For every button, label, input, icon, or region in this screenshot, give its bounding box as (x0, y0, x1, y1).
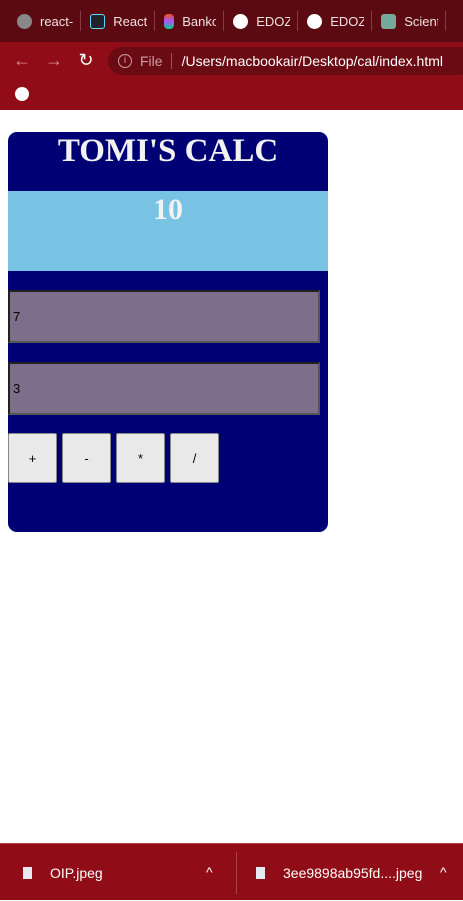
tab-5[interactable]: Scient (378, 11, 447, 31)
first-number-input[interactable]: 7 (8, 290, 320, 343)
page-title: TOMI'S CALC (57, 133, 279, 169)
forward-icon[interactable]: → (38, 50, 70, 71)
globe-icon[interactable] (15, 87, 29, 101)
image-file-icon (23, 866, 32, 879)
divide-button[interactable]: / (170, 433, 219, 483)
calculator: TOMI'S CALC 10 7 3 + - * / (8, 132, 328, 532)
globe-icon (233, 13, 249, 29)
reload-icon[interactable]: ↻ (70, 50, 102, 71)
globe-icon (307, 13, 323, 29)
divider (236, 852, 237, 894)
tab-3[interactable]: EDOZ (230, 11, 299, 31)
scheme-label: File (140, 53, 172, 69)
chevron-up-icon[interactable]: ^ (206, 864, 213, 880)
chatgpt-icon (381, 13, 397, 29)
chevron-up-icon[interactable]: ^ (440, 864, 447, 880)
bookmarks-bar (0, 78, 463, 110)
tab-0[interactable]: react- (14, 11, 82, 31)
figma-icon (164, 13, 175, 29)
tab-strip: react- React Banko EDOZ EDOZ Scient (0, 0, 463, 42)
multiply-button[interactable]: * (116, 433, 165, 483)
add-button[interactable]: + (8, 433, 57, 483)
download-item[interactable]: 3ee9898ab95fd....jpeg (256, 844, 422, 901)
react-icon (90, 13, 106, 29)
image-file-icon (256, 866, 265, 879)
downloads-bar: OIP.jpeg ^ 3ee9898ab95fd....jpeg ^ (0, 843, 463, 900)
address-bar[interactable]: i File /Users/macbookair/Desktop/cal/ind… (108, 47, 463, 75)
download-item[interactable]: OIP.jpeg (23, 844, 103, 901)
tab-4[interactable]: EDOZ (304, 11, 373, 31)
result-display: 10 (8, 191, 328, 271)
info-icon[interactable]: i (118, 54, 132, 68)
second-number-input[interactable]: 3 (8, 362, 320, 415)
back-icon[interactable]: ← (6, 50, 38, 71)
tab-2[interactable]: Banko (161, 11, 225, 31)
tab-1[interactable]: React (87, 11, 156, 31)
toolbar: ← → ↻ i File /Users/macbookair/Desktop/c… (0, 42, 463, 78)
globe-icon (17, 13, 32, 29)
subtract-button[interactable]: - (62, 433, 111, 483)
url-text[interactable]: /Users/macbookair/Desktop/cal/index.html (182, 53, 443, 69)
